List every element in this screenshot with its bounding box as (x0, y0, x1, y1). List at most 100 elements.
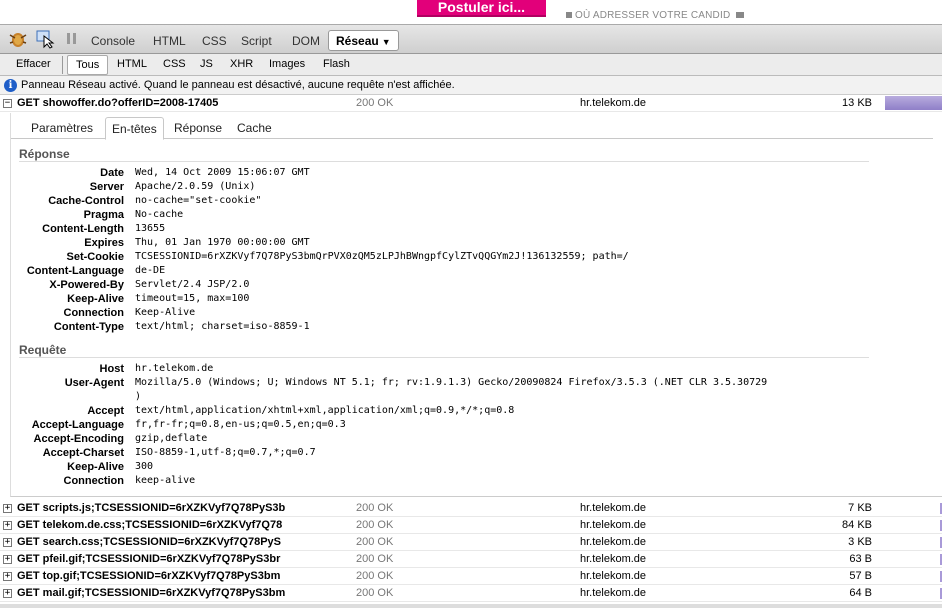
header-name: Host (99, 363, 124, 375)
filter-js[interactable]: JS (200, 58, 213, 70)
expand-icon[interactable]: + (3, 572, 12, 581)
expand-icon[interactable]: + (3, 589, 12, 598)
filter-css[interactable]: CSS (163, 58, 186, 70)
page-strip: Postuler ici... OÙ ADRESSER VOTRE CANDID (0, 0, 942, 24)
request-size: 7 KB (848, 502, 872, 514)
request-row-expanded[interactable]: − GET showoffer.do?offerID=2008-17405 20… (0, 95, 942, 112)
where-to-apply-link[interactable]: OÙ ADRESSER VOTRE CANDID (566, 10, 744, 21)
request-domain: hr.telekom.de (580, 502, 647, 514)
expand-icon[interactable]: + (3, 504, 12, 513)
header-name: Server (89, 181, 124, 193)
filter-html[interactable]: HTML (117, 58, 147, 70)
request-size: 64 B (849, 587, 872, 599)
request-row[interactable]: + GET telekom.de.css;TCSESSIONID=6rXZKVyf… (0, 517, 942, 534)
tab-network-label: Réseau (336, 34, 379, 48)
info-bar: i Panneau Réseau activé. Quand le pannea… (0, 76, 942, 95)
request-status: 200 OK (356, 570, 394, 582)
tab-cache[interactable]: Cache (237, 121, 272, 135)
expand-icon[interactable]: + (3, 538, 12, 547)
request-domain: hr.telekom.de (580, 587, 647, 599)
request-domain: hr.telekom.de (580, 553, 647, 565)
request-status: 200 OK (356, 502, 394, 514)
expand-icon[interactable]: + (3, 521, 12, 530)
header-name: Connection (63, 475, 125, 487)
tab-script[interactable]: Script (241, 34, 272, 48)
tab-css[interactable]: CSS (202, 34, 227, 48)
header-name: Accept-Encoding (33, 433, 124, 445)
request-row[interactable]: + GET mail.gif;TCSESSIONID=6rXZKVyf7Q78Py… (0, 585, 942, 602)
header-value: timeout=15, max=100 (135, 293, 250, 304)
header-value: TCSESSIONID=6rXZKVyf7Q78PyS3bmQrPVX0zQM5… (135, 251, 629, 262)
header-value: no-cache="set-cookie" (135, 195, 262, 206)
request-size: 13 KB (842, 97, 872, 109)
request-domain: hr.telekom.de (580, 519, 647, 531)
response-headers-title: Réponse (19, 147, 70, 161)
header-name: Pragma (83, 209, 124, 221)
expand-icon[interactable]: + (3, 555, 12, 564)
request-detail-panel: Paramètres En-têtes Réponse Cache Répons… (10, 113, 942, 497)
request-url[interactable]: GET telekom.de.css;TCSESSIONID=6rXZKVyf7… (17, 517, 289, 533)
header-name: Accept-Charset (42, 447, 124, 459)
header-value: Keep-Alive (135, 307, 196, 318)
header-value-continued: ) (135, 391, 142, 402)
request-row[interactable]: + GET search.css;TCSESSIONID=6rXZKVyf7Q78… (0, 534, 942, 551)
info-icon: i (4, 79, 17, 92)
header-value: keep-alive (135, 475, 196, 486)
clear-button[interactable]: Effacer (16, 58, 51, 70)
filter-xhr[interactable]: XHR (230, 58, 253, 70)
request-row[interactable]: + GET top.gif;TCSESSIONID=6rXZKVyf7Q78PyS… (0, 568, 942, 585)
filter-images[interactable]: Images (269, 58, 305, 70)
header-value: de-DE (135, 265, 166, 276)
request-domain: hr.telekom.de (580, 536, 647, 548)
header-value: ISO-8859-1,utf-8;q=0.7,*;q=0.7 (135, 447, 316, 458)
header-value: gzip,deflate (135, 433, 208, 444)
tab-network[interactable]: Réseau ▼ (328, 30, 399, 51)
tab-headers[interactable]: En-têtes (105, 117, 164, 140)
header-name: Content-Language (26, 265, 124, 277)
firebug-icon[interactable] (8, 29, 28, 49)
tab-console[interactable]: Console (91, 34, 135, 48)
chevron-down-icon[interactable]: ▼ (382, 37, 391, 47)
pause-icon[interactable] (62, 29, 82, 49)
tab-params[interactable]: Paramètres (31, 121, 93, 135)
request-row[interactable]: + GET scripts.js;TCSESSIONID=6rXZKVyf7Q78… (0, 500, 942, 517)
tab-dom[interactable]: DOM (292, 34, 320, 48)
horizontal-scrollbar[interactable] (0, 604, 942, 608)
header-name: Content-Length (42, 223, 124, 235)
tab-html[interactable]: HTML (153, 34, 186, 48)
firebug-toolbar: Console HTML CSS Script DOM Réseau ▼ (0, 24, 942, 54)
request-status: 200 OK (356, 553, 394, 565)
request-url[interactable]: GET mail.gif;TCSESSIONID=6rXZKVyf7Q78PyS… (17, 585, 289, 601)
filter-flash[interactable]: Flash (323, 58, 350, 70)
apply-button[interactable]: Postuler ici... (417, 0, 546, 17)
request-url[interactable]: GET search.css;TCSESSIONID=6rXZKVyf7Q78P… (17, 534, 289, 550)
request-url[interactable]: GET scripts.js;TCSESSIONID=6rXZKVyf7Q78P… (17, 500, 289, 516)
request-url[interactable]: GET showoffer.do?offerID=2008-17405 (17, 95, 289, 111)
divider (62, 56, 63, 74)
header-value: Wed, 14 Oct 2009 15:06:07 GMT (135, 167, 310, 178)
tab-response[interactable]: Réponse (174, 121, 222, 135)
header-name: Expires (84, 237, 124, 249)
header-name: Keep-Alive (67, 461, 124, 473)
filter-all[interactable]: Tous (67, 55, 109, 75)
header-value: 13655 (135, 223, 166, 234)
collapse-icon[interactable]: − (3, 99, 12, 108)
divider (19, 161, 869, 162)
header-value: 300 (135, 461, 154, 472)
request-status: 200 OK (356, 536, 394, 548)
request-url[interactable]: GET top.gif;TCSESSIONID=6rXZKVyf7Q78PyS3… (17, 568, 289, 584)
inspect-icon[interactable] (35, 29, 55, 49)
header-name: X-Powered-By (49, 279, 124, 291)
request-status: 200 OK (356, 519, 394, 531)
request-status: 200 OK (356, 97, 394, 109)
detail-tabs: Paramètres En-têtes Réponse Cache (11, 117, 933, 140)
header-name: Date (100, 167, 124, 179)
request-row[interactable]: + GET pfeil.gif;TCSESSIONID=6rXZKVyf7Q78P… (0, 551, 942, 568)
info-message: Panneau Réseau activé. Quand le panneau … (21, 79, 455, 91)
header-name: User-Agent (64, 377, 124, 389)
request-url[interactable]: GET pfeil.gif;TCSESSIONID=6rXZKVyf7Q78Py… (17, 551, 289, 567)
header-value: No-cache (135, 209, 184, 220)
request-domain: hr.telekom.de (580, 97, 647, 109)
header-name: Content-Type (53, 321, 124, 333)
request-size: 63 B (849, 553, 872, 565)
